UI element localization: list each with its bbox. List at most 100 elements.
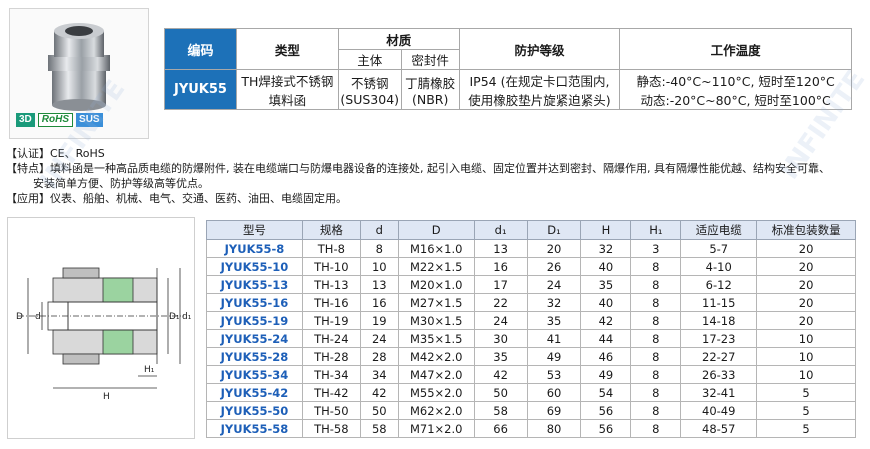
table-cell: 80 [526,419,582,438]
header-code: 编码 [164,28,237,70]
table-cell: M30×1.5 [397,311,475,330]
table-cell: 42 [359,383,399,402]
table-cell: 30 [473,329,528,348]
table-cell: TH-16 [301,293,361,312]
label-D: D [16,312,23,322]
table-cell: 50 [473,383,528,402]
table-row: JYUK55-28 TH-28 28 M42×2.0 35 49 46 8 22-27 10 [206,347,856,366]
table-cell: 10 [756,365,856,384]
table-cell: TH-13 [301,275,361,294]
table-cell: 42 [473,365,528,384]
table-cell: TH-24 [301,329,361,348]
technical-drawing: D d D₁ d₁ H H₁ [7,217,195,439]
table-cell: 32 [580,239,632,258]
header-type: 类型 [235,28,339,70]
table-row: JYUK55-13 TH-13 13 M20×1.0 17 24 35 8 6-12 20 [206,275,856,294]
badge-group: 3D RoHS SUS [16,113,103,127]
table-cell: 41 [526,329,582,348]
table-cell: 8 [630,365,682,384]
table-cell: 35 [580,275,632,294]
spec-table: 编码 类型 材质 防护等级 工作温度 主体 密封件 JYUK55 TH焊接式不锈… [164,28,852,110]
table-cell: 8 [630,383,682,402]
table-cell: 10 [359,257,399,276]
table-cell: 56 [580,419,632,438]
table-cell: 35 [473,347,528,366]
model-cell: JYUK55-13 [206,275,303,294]
badge-sus: SUS [76,113,103,127]
table-cell: 50 [359,401,399,420]
table-cell: TH-58 [301,419,361,438]
table-row: JYUK55-24 TH-24 24 M35×1.5 30 41 44 8 17-23 10 [206,329,856,348]
table-cell: 26 [526,257,582,276]
table-cell: 10 [756,347,856,366]
table-cell: 8 [630,257,682,276]
model-cell: JYUK55-10 [206,257,303,276]
table-header-row: 型号 规格 d Dd₁ D₁ H H₁ 适应电缆 标准包装数量 [206,220,856,240]
table-cell: 4-10 [680,257,758,276]
table-cell: 10 [756,329,856,348]
table-cell: 54 [580,383,632,402]
table-cell: 66 [473,419,528,438]
table-cell: TH-10 [301,257,361,276]
label-D1: D₁ [169,312,180,322]
column-header: 型号 [206,220,303,240]
column-header: 规格 [301,220,361,240]
model-cell: JYUK55-42 [206,383,303,402]
column-header: 标准包装数量 [756,220,856,240]
table-cell: 20 [756,311,856,330]
table-cell: 5 [756,383,856,402]
table-cell: 8 [630,419,682,438]
table-cell: 58 [473,401,528,420]
table-cell: 13 [359,275,399,294]
table-cell: 20 [756,239,856,258]
table-cell: 69 [526,401,582,420]
table-cell: TH-34 [301,365,361,384]
table-cell: 17-23 [680,329,758,348]
notes-section: 【认证】CE、RoHS 【特点】填料函是一种高品质电缆的防爆附件, 装在电缆端口… [6,146,866,206]
table-cell: TH-50 [301,401,361,420]
table-cell: 48-57 [680,419,758,438]
table-cell: 24 [359,329,399,348]
table-cell: M27×1.5 [397,293,475,312]
table-cell: 19 [359,311,399,330]
model-cell: JYUK55-58 [206,419,303,438]
table-cell: 5-7 [680,239,758,258]
table-cell: M47×2.0 [397,365,475,384]
table-cell: 8 [630,293,682,312]
table-cell: 60 [526,383,582,402]
gland-cross-section: D d D₁ d₁ H H₁ [16,267,192,402]
column-header: D [397,220,475,240]
table-cell: M16×1.0 [397,239,475,258]
spec-protection: IP54 (在规定卡口范围内, 使用橡胶垫片旋紧迫紧头) [458,69,621,110]
table-cell: 8 [359,239,399,258]
column-header: d₁ [473,220,528,240]
dimension-table: 型号 规格 d Dd₁ D₁ H H₁ 适应电缆 标准包装数量 JYUK55-8 TH-8 8 M16… [206,220,856,438]
table-cell: 6-12 [680,275,758,294]
table-cell: 42 [580,311,632,330]
table-cell: 8 [630,275,682,294]
badge-3d: 3D [16,113,35,127]
table-cell: M55×2.0 [397,383,475,402]
table-cell: M62×2.0 [397,401,475,420]
table-cell: 14-18 [680,311,758,330]
table-cell: TH-19 [301,311,361,330]
model-cell: JYUK55-28 [206,347,303,366]
feature-note-cont: 安装简单方便、防护等级高等优点。 [33,177,209,190]
table-cell: 22 [473,293,528,312]
table-cell: 20 [756,257,856,276]
table-cell: 58 [359,419,399,438]
table-cell: 28 [359,347,399,366]
table-row: JYUK55-16 TH-16 16 M27×1.5 22 32 40 8 11-15 20 [206,293,856,312]
label-H: H [103,392,110,402]
label-d: d [35,312,41,322]
column-header: 适应电缆 [680,220,758,240]
model-cell: JYUK55-16 [206,293,303,312]
table-cell: 56 [580,401,632,420]
table-cell: M20×1.0 [397,275,475,294]
model-cell: JYUK55-34 [206,365,303,384]
spec-temperature: 静态:-40°C~110°C, 短时至120°C 动态:-20°C~80°C, 短… [619,69,852,110]
column-header: H [580,220,632,240]
table-row: JYUK55-10 TH-10 10 M22×1.5 16 26 40 8 4-10 20 [206,257,856,276]
badge-rohs: RoHS [37,113,74,127]
table-cell: 8 [630,329,682,348]
